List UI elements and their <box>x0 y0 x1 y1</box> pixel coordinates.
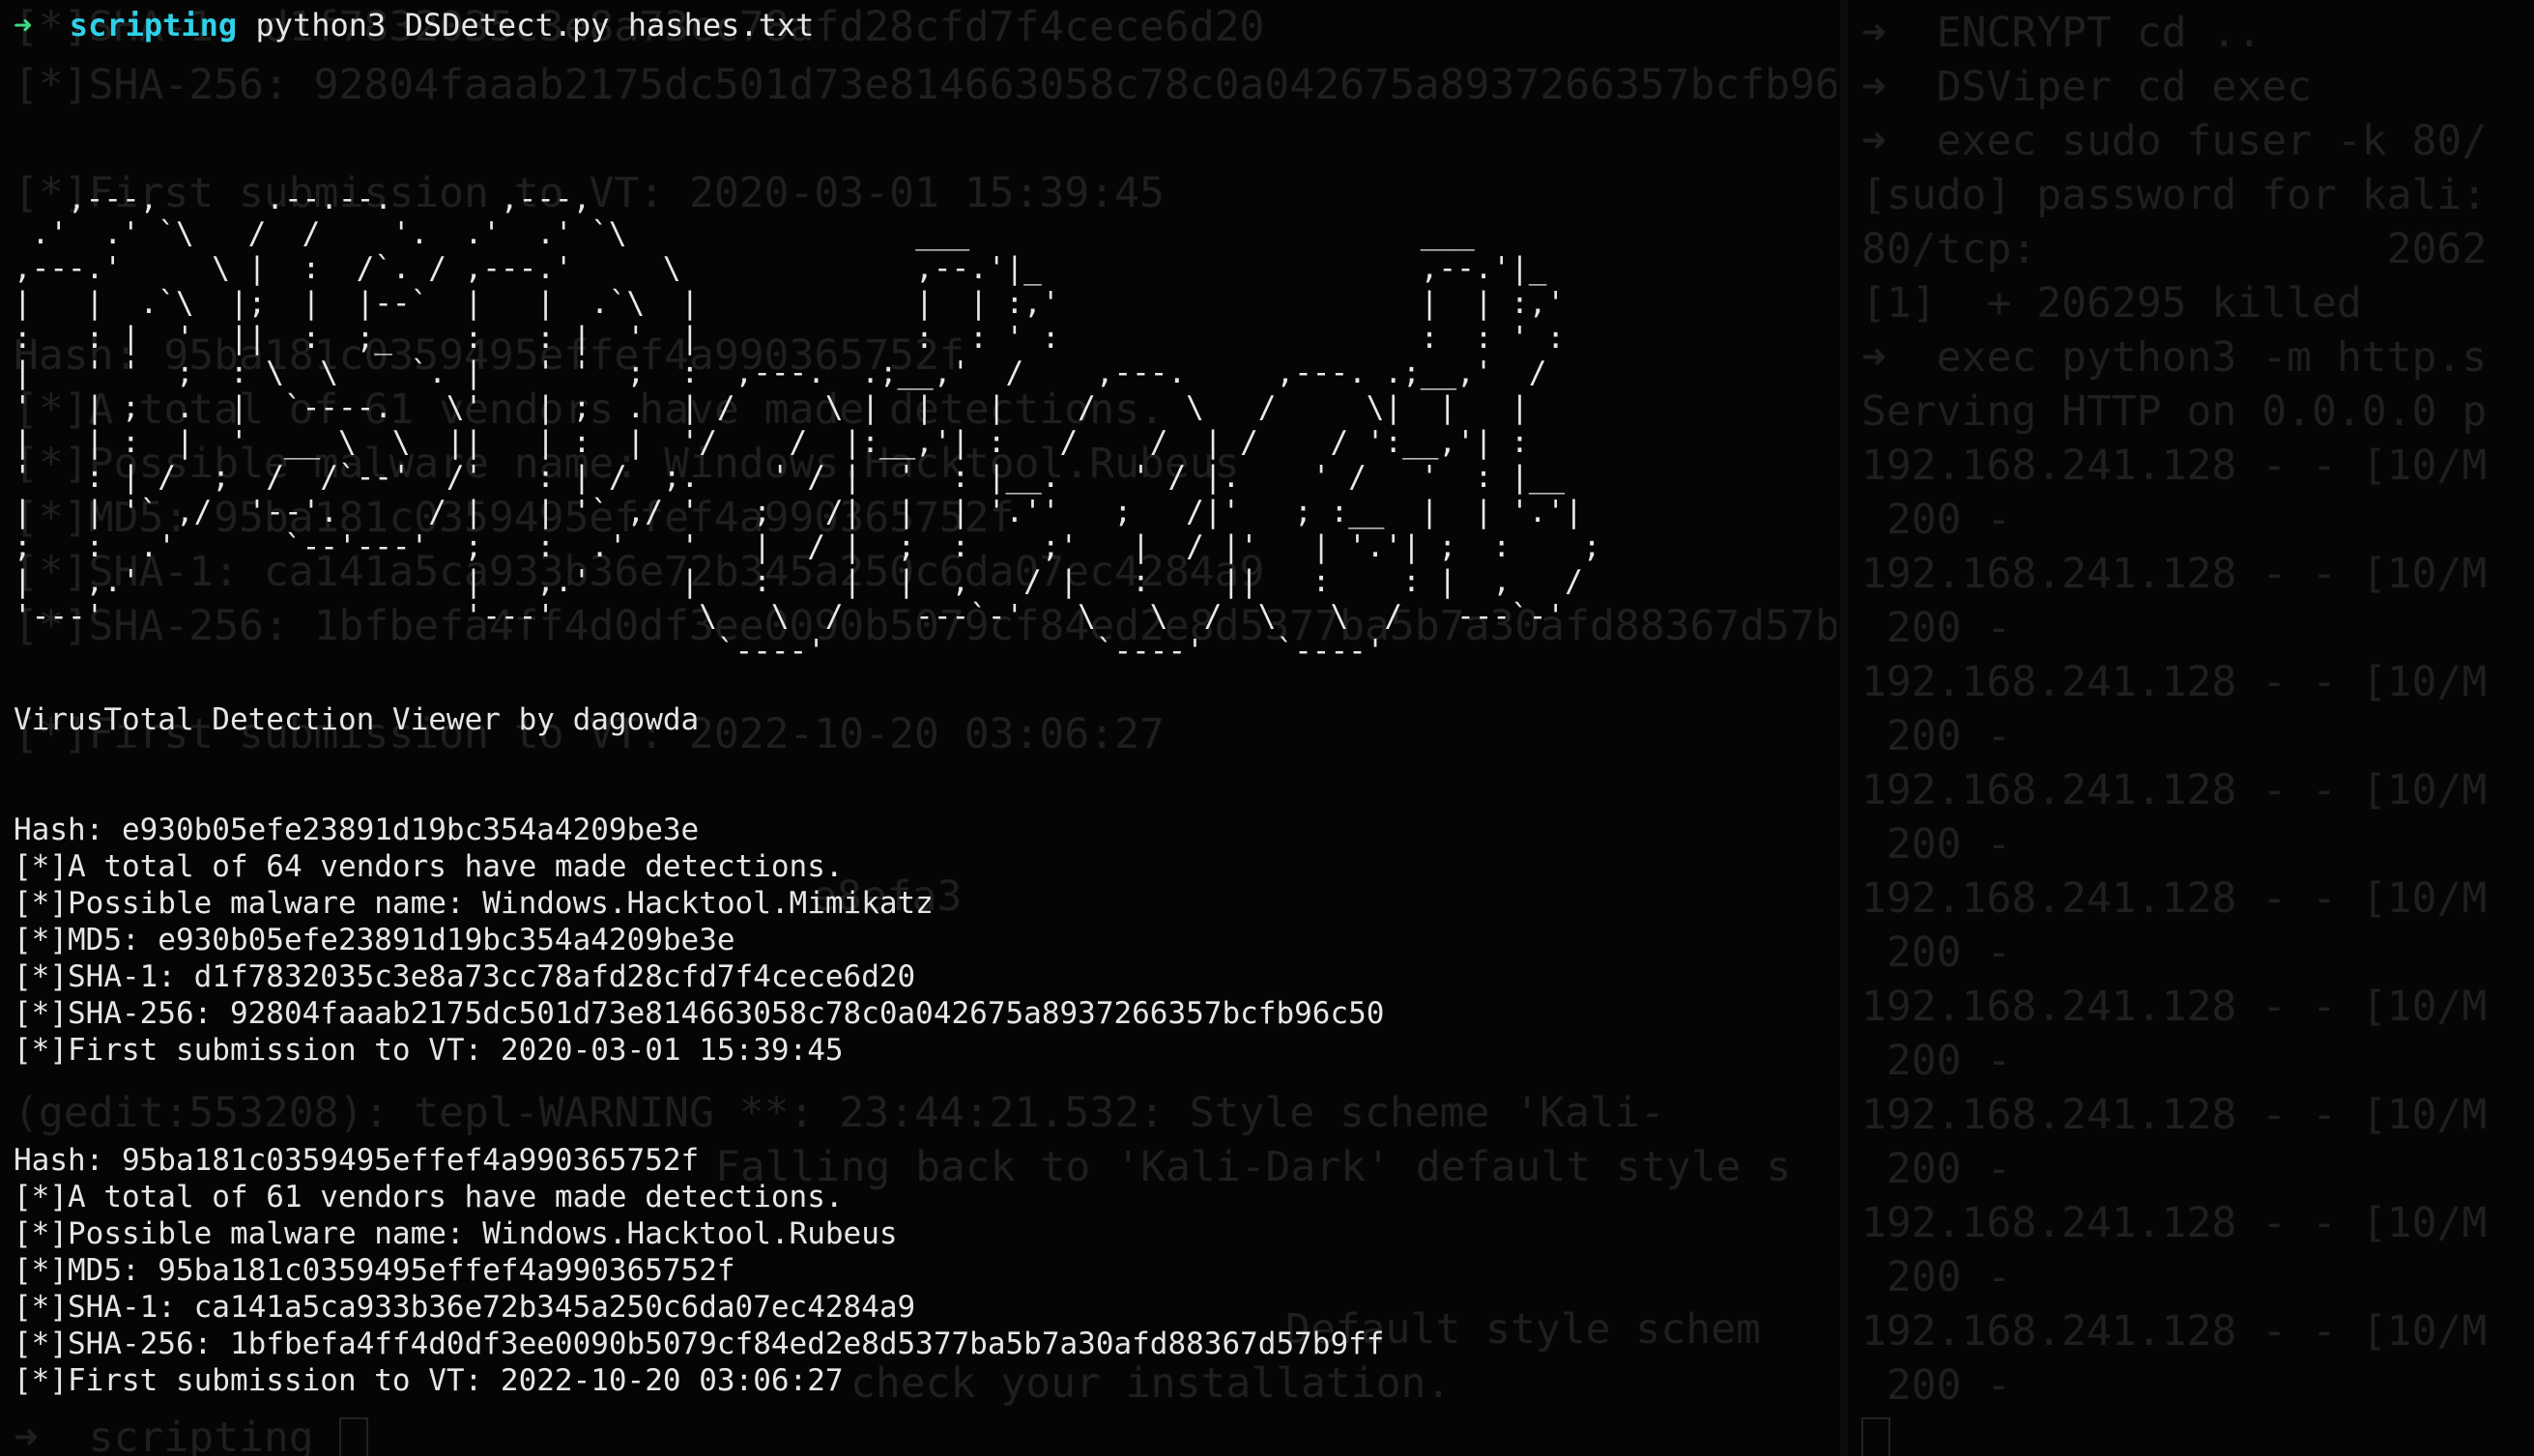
banner-line: `----' `----' `----' <box>14 634 1620 669</box>
result-malware-name: [*]Possible malware name: Windows.Hackto… <box>14 1216 898 1251</box>
banner-line: | | '` ,/ '--'. / | | '` ,/ ' ; /| | | '… <box>14 495 1620 529</box>
result-vendor-count: [*]A total of 64 vendors have made detec… <box>14 849 844 884</box>
banner-line: ' | ; . | `----. \' | ; . | / \ | | | / … <box>14 390 1620 425</box>
banner-line: ' : | / ; / /`--' /' : | / ;. ' / | ' : … <box>14 460 1620 495</box>
banner-line: : : | ' || : ;_ : : | ' | : : ' : : : ' … <box>14 321 1620 356</box>
prompt-directory: scripting <box>69 7 238 43</box>
result-hash: Hash: e930b05efe23891d19bc354a4209be3e <box>14 813 700 847</box>
banner-line: '---' '---' \ \ / ---`-' \ \ / \ \ / ---… <box>14 599 1637 634</box>
banner-line: ,---.' \ | : /`. / ,---.' \ ,--.'|_ ,--.… <box>14 251 1620 286</box>
result-md5: [*]MD5: e930b05efe23891d19bc354a4209be3e <box>14 923 735 957</box>
banner-line: | ,.' | ,.' | : | | , / | : || : : | , / <box>14 564 1637 599</box>
result-sha256: [*]SHA-256: 1bfbefa4ff4d0df3ee0090b5079c… <box>14 1327 1385 1361</box>
banner-line: | | .`\ |; | |--` | | .`\ | | | :,' | | … <box>14 286 1620 321</box>
result-sha256: [*]SHA-256: 92804faaab2175dc501d73e81466… <box>14 996 1385 1031</box>
result-vendor-count: [*]A total of 61 vendors have made detec… <box>14 1180 844 1214</box>
banner-line: .' .' `\ / / '. .' .' `\ ___ ___ <box>14 216 1583 251</box>
result-md5: [*]MD5: 95ba181c0359495effef4a990365752f <box>14 1253 735 1288</box>
result-malware-name: [*]Possible malware name: Windows.Hackto… <box>14 886 934 921</box>
result-sha1: [*]SHA-1: ca141a5ca933b36e72b345a250c6da… <box>14 1290 916 1325</box>
result-sha1: [*]SHA-1: d1f7832035c3e8a73cc78afd28cfd7… <box>14 959 916 994</box>
result-first-submission: [*]First submission to VT: 2020-03-01 15… <box>14 1033 844 1068</box>
command-prompt-line: ➜ scripting python3 DSDetect.py hashes.t… <box>14 4 814 46</box>
banner-line: ; : .' `--'---' ; : .' ' | / | ; : ;' | … <box>14 529 1637 564</box>
banner-line: ,---, .--.--. ,---, <box>14 182 1601 216</box>
result-first-submission: [*]First submission to VT: 2022-10-20 03… <box>14 1363 844 1398</box>
banner-line: | ' ' ; : \ \ `. | ' ' ; : ,---. .;__,' … <box>14 356 1620 390</box>
tool-tagline: VirusTotal Detection Viewer by dagowda <box>14 702 700 737</box>
prompt-arrow-icon: ➜ <box>14 7 33 43</box>
result-hash: Hash: 95ba181c0359495effef4a990365752f <box>14 1143 700 1178</box>
terminal-window[interactable]: ➜ scripting python3 DSDetect.py hashes.t… <box>0 0 2534 1456</box>
ascii-banner-logo: ,---, .--.--. ,---, .' .' `\ / / '. .' .… <box>14 182 1637 669</box>
banner-line: | | : | ' __ \ \ || | : | '/ / |:__,'| :… <box>14 425 1620 460</box>
typed-command: python3 DSDetect.py hashes.txt <box>255 7 815 43</box>
